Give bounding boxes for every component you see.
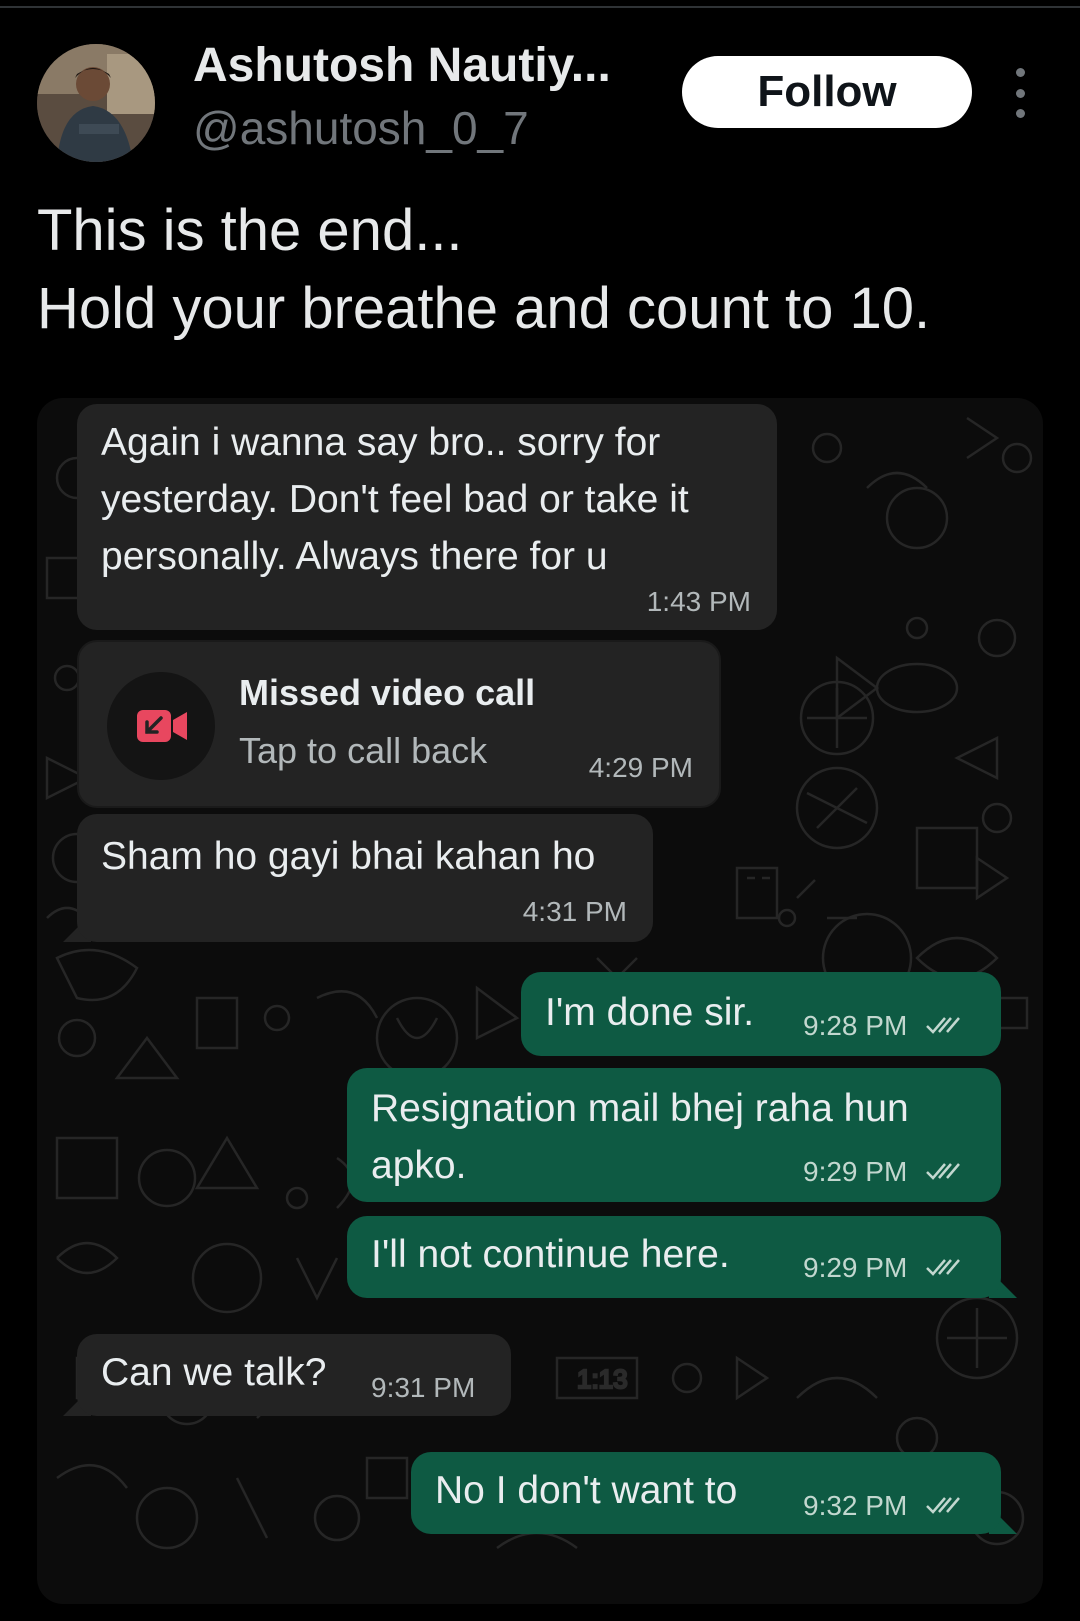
double-check-icon — [926, 1163, 960, 1180]
incoming-message[interactable]: Can we talk? 9:31 PM — [77, 1334, 511, 1416]
message-text: Can we talk? — [101, 1351, 327, 1394]
missed-call-message[interactable]: Missed video call Tap to call back 4:29 … — [77, 640, 721, 808]
message-line: Again i wanna say bro.. sorry for — [101, 421, 661, 464]
author-handle[interactable]: @ashutosh_0_7 — [193, 101, 529, 155]
message-line: yesterday. Don't feel bad or take it — [101, 478, 689, 521]
follow-button[interactable]: Follow — [682, 56, 972, 128]
incoming-message[interactable]: Again i wanna say bro.. sorry for yester… — [77, 404, 777, 630]
message-text: Sham ho gayi bhai kahan ho — [101, 835, 596, 878]
message-time: 9:29 PM — [803, 1252, 908, 1283]
author-name[interactable]: Ashutosh Nautiy... — [193, 38, 611, 93]
post-text-line: Hold your breathe and count to 10. — [37, 276, 931, 341]
missed-call-subtitle[interactable]: Tap to call back — [239, 730, 487, 772]
incoming-message[interactable]: Sham ho gayi bhai kahan ho 4:31 PM — [77, 814, 653, 942]
missed-call-title: Missed video call — [239, 672, 536, 713]
top-divider — [0, 6, 1080, 8]
message-text: Again i wanna say bro.. sorry for yester… — [101, 414, 689, 585]
missed-video-call-icon — [137, 710, 187, 742]
message-text: I'll not continue here. — [371, 1233, 730, 1276]
more-options-icon[interactable] — [1008, 68, 1032, 118]
svg-text:1:13: 1:13 — [577, 1364, 628, 1394]
message-time: 9:28 PM — [803, 1010, 908, 1041]
message-line: Resignation mail bhej raha hun — [371, 1087, 909, 1130]
message-time: 4:29 PM — [588, 752, 693, 783]
missed-call-icon-circle — [107, 672, 215, 780]
outgoing-message[interactable]: I'm done sir. 9:28 PM — [521, 972, 1001, 1056]
message-text: No I don't want to — [435, 1469, 738, 1512]
message-time: 1:43 PM — [646, 586, 751, 617]
author-avatar[interactable] — [37, 44, 155, 162]
chat-screenshot[interactable]: 1:13 Again i wanna say bro.. sorry for y… — [37, 398, 1043, 1604]
message-time: 9:29 PM — [803, 1156, 908, 1187]
post-text-line: This is the end... — [37, 198, 463, 263]
message-line: personally. Always there for u — [101, 535, 608, 578]
message-time: 4:31 PM — [522, 896, 627, 927]
message-text: I'm done sir. — [545, 991, 755, 1034]
double-check-icon — [926, 1017, 960, 1034]
message-time: 9:32 PM — [803, 1490, 908, 1521]
message-time: 9:31 PM — [371, 1372, 476, 1403]
post-text: This is the end... Hold your breathe and… — [37, 192, 930, 348]
outgoing-message[interactable]: No I don't want to 9:32 PM — [411, 1452, 1001, 1534]
outgoing-message[interactable]: Resignation mail bhej raha hun apko. 9:2… — [347, 1068, 1001, 1202]
double-check-icon — [926, 1497, 960, 1514]
avatar-photo — [37, 44, 155, 162]
outgoing-message[interactable]: I'll not continue here. 9:29 PM — [347, 1216, 1001, 1298]
double-check-icon — [926, 1259, 960, 1276]
